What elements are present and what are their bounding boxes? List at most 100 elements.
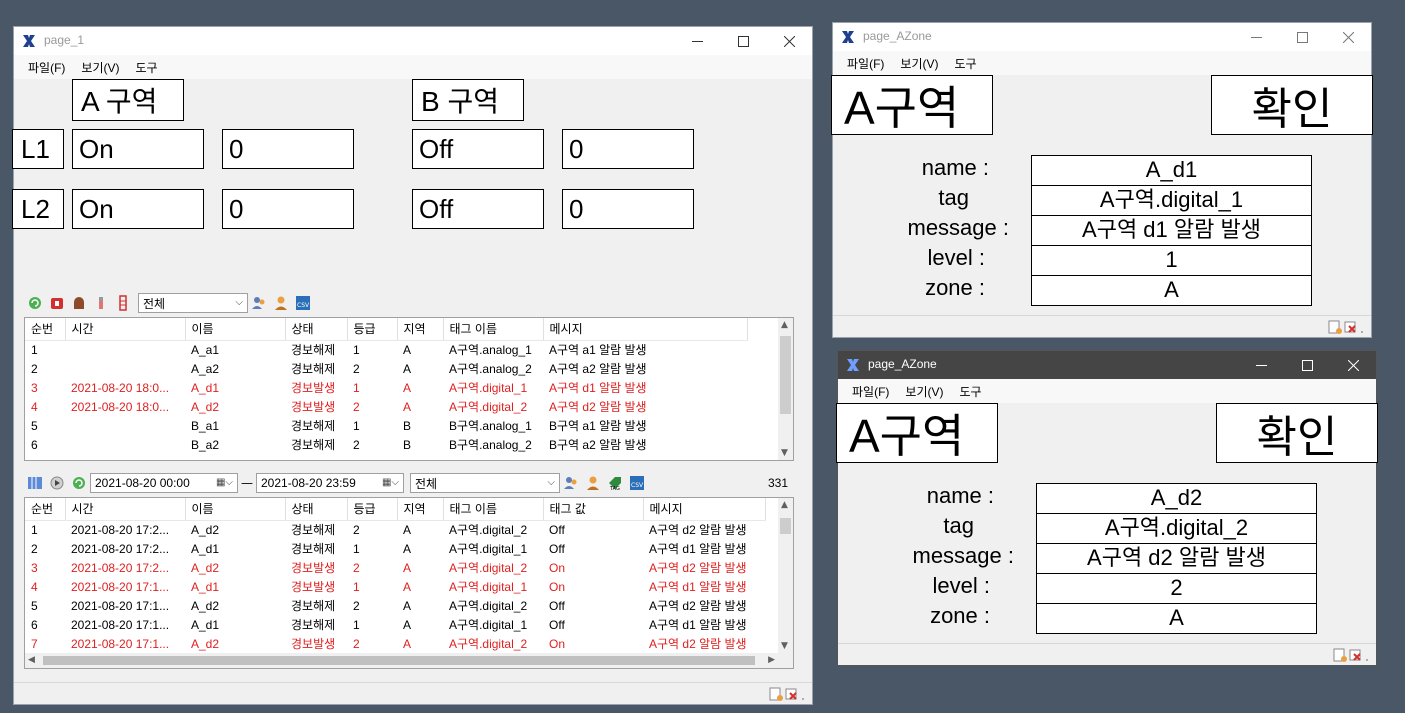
menu-view[interactable]: 보기(V) xyxy=(892,55,946,72)
col-header[interactable]: 메시지 xyxy=(543,318,748,341)
minimize-button[interactable] xyxy=(674,27,720,55)
col-header[interactable]: 메시지 xyxy=(643,498,766,521)
close-button[interactable] xyxy=(766,27,812,55)
alarm-filter-select[interactable]: 전체 ⌵ xyxy=(138,293,248,313)
csv-export-icon[interactable]: CSV xyxy=(295,295,311,311)
menu-tools[interactable]: 도구 xyxy=(127,59,165,76)
scrollbar-thumb[interactable] xyxy=(43,656,755,665)
table-row[interactable]: 4 2021-08-20 17:1... A_d1 경보발생 1 A A구역.digital… xyxy=(25,577,765,596)
col-header[interactable]: 태그 이름 xyxy=(443,318,544,341)
status-tools-icon[interactable] xyxy=(1332,647,1372,663)
table-cell: A구역.digital_1 xyxy=(449,580,528,594)
maximize-button[interactable] xyxy=(1284,351,1330,379)
field-value-zone: A xyxy=(1031,275,1312,306)
end-date-picker[interactable]: 2021-08-20 23:59 ▦⌵ xyxy=(256,473,404,493)
status-tools-icon[interactable] xyxy=(768,686,808,702)
col-header[interactable]: 태그 이름 xyxy=(443,498,544,521)
columns-icon[interactable] xyxy=(27,475,43,491)
field-value-tag: A구역.digital_1 xyxy=(1031,185,1312,216)
scroll-down-icon[interactable]: ▼ xyxy=(781,448,788,458)
col-header[interactable]: 이름 xyxy=(185,318,286,341)
table-row[interactable]: 1 2021-08-20 17:2... A_d2 경보해제 2 A A구역.digital… xyxy=(25,520,765,539)
minimize-button[interactable] xyxy=(1233,23,1279,51)
play-icon[interactable] xyxy=(49,475,65,491)
col-header[interactable]: 등급 xyxy=(347,318,398,341)
start-date-picker[interactable]: 2021-08-20 00:00 ▦⌵ xyxy=(90,473,238,493)
table-row[interactable]: 5 B_a1 경보해제 1 B B구역.analog_1 B구역 a1 알람 발생 xyxy=(25,416,747,435)
table-row[interactable]: 2 A_a2 경보해제 2 A A구역.analog_2 A구역 a2 알람 발생 xyxy=(25,359,747,378)
alarm-vertical-scrollbar[interactable]: ▲ ▼ xyxy=(778,318,793,460)
table-cell: A xyxy=(403,598,412,613)
col-header[interactable]: 상태 xyxy=(285,318,348,341)
table-row[interactable]: 7 2021-08-20 17:1... A_d2 경보발생 2 A A구역.digital… xyxy=(25,634,765,653)
menu-view[interactable]: 보기(V) xyxy=(73,59,127,76)
refresh-icon[interactable] xyxy=(27,295,43,311)
menu-tools[interactable]: 도구 xyxy=(951,383,989,400)
status-tools-icon[interactable] xyxy=(1327,319,1367,335)
history-filter-select[interactable]: 전체 ⌵ xyxy=(410,473,560,493)
minimize-button[interactable] xyxy=(1238,351,1284,379)
status-bar xyxy=(838,643,1376,665)
tag-icon[interactable]: TAG xyxy=(607,475,623,491)
table-cell: A구역 d2 알람 발생 xyxy=(649,637,747,651)
menu-file[interactable]: 파일(F) xyxy=(20,59,73,76)
confirm-button[interactable]: 확인 xyxy=(1211,75,1373,135)
scroll-up-icon[interactable]: ▲ xyxy=(781,500,788,510)
csv-export-icon[interactable]: CSV xyxy=(629,475,645,491)
refresh-icon[interactable] xyxy=(71,475,87,491)
table-row[interactable]: 2 2021-08-20 17:2... A_d1 경보해제 1 A A구역.digital… xyxy=(25,539,765,558)
alarm-bell-icon[interactable] xyxy=(49,295,65,311)
scroll-down-icon[interactable]: ▼ xyxy=(781,641,788,651)
table-row[interactable]: 3 2021-08-20 18:0... A_d1 경보발생 1 A A구역.digital… xyxy=(25,378,747,397)
col-header[interactable]: 순번 xyxy=(25,318,66,341)
col-header[interactable]: 태그 값 xyxy=(543,498,644,521)
table-cell: 경보발생 xyxy=(291,400,336,414)
table-row[interactable]: 1 A_a1 경보해제 1 A A구역.analog_1 A구역 a1 알람 발생 xyxy=(25,340,747,359)
confirm-button[interactable]: 확인 xyxy=(1216,403,1378,463)
maximize-button[interactable] xyxy=(720,27,766,55)
table-row[interactable]: 6 2021-08-20 17:1... A_d1 경보해제 1 A A구역.digital… xyxy=(25,615,765,634)
table-cell: A xyxy=(403,522,412,537)
users-icon[interactable] xyxy=(563,475,579,491)
history-horizontal-scrollbar[interactable]: ◀ ▶ xyxy=(25,653,793,668)
table-row[interactable]: 5 2021-08-20 17:1... A_d2 경보해제 2 A A구역.digital… xyxy=(25,596,765,615)
user-icon[interactable] xyxy=(585,475,601,491)
menu-view[interactable]: 보기(V) xyxy=(897,383,951,400)
user-icon[interactable] xyxy=(273,295,289,311)
acknowledge-icon[interactable] xyxy=(93,295,109,311)
table-row[interactable]: 6 B_a2 경보해제 2 B B구역.analog_2 B구역 a2 알람 발생 xyxy=(25,435,747,454)
table-row[interactable]: 3 2021-08-20 17:2... A_d2 경보발생 2 A A구역.digital… xyxy=(25,558,765,577)
scrollbar-thumb[interactable] xyxy=(780,518,791,534)
users-icon[interactable] xyxy=(251,295,267,311)
table-row[interactable]: 4 2021-08-20 18:0... A_d2 경보발생 2 A A구역.digital… xyxy=(25,397,747,416)
history-vertical-scrollbar[interactable]: ▲ ▼ xyxy=(778,498,793,653)
scrollbar-thumb[interactable] xyxy=(780,336,791,414)
menu-file[interactable]: 파일(F) xyxy=(839,55,892,72)
col-header[interactable]: 상태 xyxy=(285,498,348,521)
status-bar xyxy=(14,682,812,704)
maximize-button[interactable] xyxy=(1279,23,1325,51)
col-header[interactable]: 이름 xyxy=(185,498,286,521)
title-bar[interactable]: page_AZone xyxy=(833,23,1371,51)
acknowledge-all-icon[interactable] xyxy=(115,295,131,311)
close-button[interactable] xyxy=(1325,23,1371,51)
scroll-right-icon[interactable]: ▶ xyxy=(768,655,775,665)
col-header[interactable]: 시간 xyxy=(65,318,186,341)
col-header[interactable]: 지역 xyxy=(397,318,444,341)
table-cell: A구역.digital_2 xyxy=(449,400,528,414)
title-bar[interactable]: page_1 xyxy=(14,27,812,55)
siren-icon[interactable] xyxy=(71,295,87,311)
scroll-left-icon[interactable]: ◀ xyxy=(28,655,35,665)
title-bar[interactable]: page_AZone xyxy=(838,351,1376,379)
menu-file[interactable]: 파일(F) xyxy=(844,383,897,400)
col-header[interactable]: 지역 xyxy=(397,498,444,521)
field-label-zone: zone : xyxy=(925,275,985,300)
col-header[interactable]: 등급 xyxy=(347,498,398,521)
menu-tools[interactable]: 도구 xyxy=(946,55,984,72)
col-header[interactable]: 시간 xyxy=(65,498,186,521)
col-header[interactable]: 순번 xyxy=(25,498,66,521)
scroll-up-icon[interactable]: ▲ xyxy=(781,320,788,330)
window-title: page_AZone xyxy=(868,357,937,371)
window-title: page_1 xyxy=(44,33,85,47)
close-button[interactable] xyxy=(1330,351,1376,379)
